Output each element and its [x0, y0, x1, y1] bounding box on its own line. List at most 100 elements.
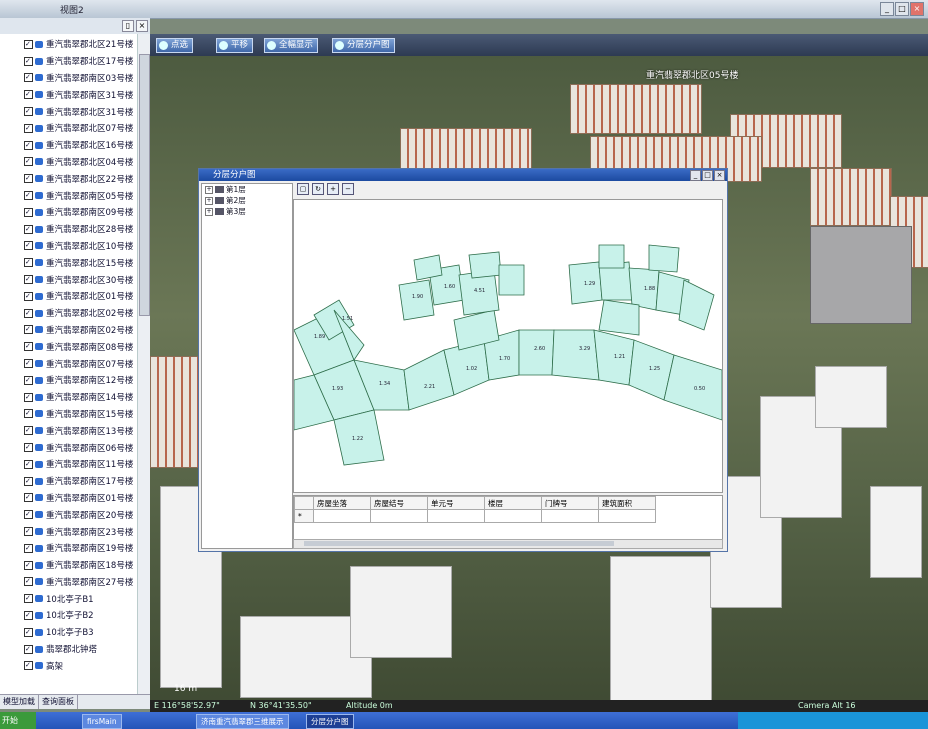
layer-tree-item[interactable]: ✓ 10北亭子B1 — [2, 590, 136, 607]
parcel[interactable] — [598, 299, 640, 336]
layer-checkbox[interactable]: ✓ — [24, 459, 33, 469]
layer-checkbox[interactable]: ✓ — [24, 157, 33, 167]
layer-tree-item[interactable]: ✓ 重汽翡翠郡北区21号楼 — [2, 36, 136, 53]
layer-checkbox[interactable]: ✓ — [24, 207, 33, 217]
layer-tree-item[interactable]: ✓ 重汽翡翠郡南区06号楼 — [2, 439, 136, 456]
layer-checkbox[interactable]: ✓ — [24, 56, 33, 66]
building[interactable] — [150, 356, 202, 468]
layer-tree-item[interactable]: ✓ 重汽翡翠郡北区02号楼 — [2, 305, 136, 322]
layer-checkbox[interactable]: ✓ — [24, 409, 33, 419]
layer-tree-item[interactable]: ✓ 重汽翡翠郡南区11号楼 — [2, 456, 136, 473]
layer-checkbox[interactable]: ✓ — [24, 39, 33, 49]
building[interactable] — [870, 486, 922, 578]
floor-tree-item[interactable]: + 第1层 — [202, 184, 292, 195]
layer-checkbox[interactable]: ✓ — [24, 258, 33, 268]
layer-checkbox[interactable]: ✓ — [24, 527, 33, 536]
column-header[interactable]: 建筑面积 — [598, 496, 656, 510]
parcel[interactable] — [648, 244, 680, 273]
full-extent-button[interactable]: 全幅显示 — [264, 38, 319, 53]
scrollbar-thumb[interactable] — [139, 54, 150, 316]
layer-checkbox[interactable]: ✓ — [24, 174, 33, 184]
table-cell[interactable] — [313, 509, 371, 523]
column-header[interactable]: 房屋坐落 — [313, 496, 371, 510]
pin-icon[interactable]: ▯ — [122, 20, 134, 32]
layer-checkbox[interactable]: ✓ — [24, 123, 33, 133]
layer-checkbox[interactable]: ✓ — [24, 224, 33, 234]
expand-icon[interactable]: + — [205, 196, 213, 205]
table-row[interactable]: * — [294, 509, 656, 523]
layer-tree-item[interactable]: ✓ 重汽翡翠郡北区17号楼 — [2, 53, 136, 70]
layer-tree-item[interactable]: ✓ 重汽翡翠郡南区18号楼 — [2, 557, 136, 574]
task-firsmain[interactable]: firsMain — [82, 714, 122, 729]
close-button[interactable]: × — [910, 2, 924, 16]
floor-plan-map[interactable]: 1.89 1.51 1.93 1.22 1.34 2.21 1.02 1.70 2.60 1.90… — [293, 199, 723, 493]
building[interactable] — [610, 556, 712, 706]
layer-tree-item[interactable]: ✓ 重汽翡翠郡南区07号楼 — [2, 355, 136, 372]
floor-tree-item[interactable]: + 第3层 — [202, 206, 292, 217]
layer-checkbox[interactable]: ✓ — [24, 543, 33, 553]
layer-checkbox[interactable]: ✓ — [24, 325, 33, 335]
layer-tree-item[interactable]: ✓ 10北亭子B2 — [2, 607, 136, 624]
layer-tree-item[interactable]: ✓ 重汽翡翠郡南区27号楼 — [2, 574, 136, 591]
layer-tree-item[interactable]: ✓ 重汽翡翠郡北区30号楼 — [2, 271, 136, 288]
layer-tree-item[interactable]: ✓ 重汽翡翠郡南区17号楼 — [2, 473, 136, 490]
layer-tree-item[interactable]: ✓ 重汽翡翠郡南区08号楼 — [2, 338, 136, 355]
layer-checkbox[interactable]: ✓ — [24, 291, 33, 301]
layer-checkbox[interactable]: ✓ — [24, 140, 33, 150]
layer-tree-item[interactable]: ✓ 重汽翡翠郡南区01号楼 — [2, 490, 136, 507]
parcel[interactable] — [518, 329, 555, 376]
column-header[interactable]: 楼层 — [484, 496, 542, 510]
table-cell[interactable] — [484, 509, 542, 523]
layer-tree-item[interactable]: ✓ 重汽翡翠郡北区07号楼 — [2, 120, 136, 137]
dialog-minimize-button[interactable]: _ — [690, 170, 701, 181]
scrollbar-thumb[interactable] — [304, 541, 614, 546]
column-header[interactable]: 单元号 — [427, 496, 485, 510]
layer-checkbox[interactable]: ✓ — [24, 241, 33, 251]
layer-checkbox[interactable]: ✓ — [24, 107, 33, 117]
refresh-icon[interactable]: ↻ — [312, 183, 324, 195]
layer-checkbox[interactable]: ✓ — [24, 426, 33, 436]
dialog-maximize-button[interactable]: □ — [702, 170, 713, 181]
table-cell[interactable] — [427, 509, 485, 523]
parcel[interactable] — [678, 279, 715, 331]
tree-scrollbar[interactable] — [137, 34, 150, 694]
column-header[interactable]: 门牌号 — [541, 496, 599, 510]
point-select-button[interactable]: 点选 — [156, 38, 194, 53]
maximize-button[interactable]: □ — [895, 2, 909, 16]
zoom-in-icon[interactable]: + — [327, 183, 339, 195]
layer-checkbox[interactable]: ✓ — [24, 610, 33, 620]
layer-checkbox[interactable]: ✓ — [24, 275, 33, 285]
layer-tree-item[interactable]: ✓ 高架 — [2, 657, 136, 674]
start-button[interactable]: 开始 — [0, 712, 36, 729]
expand-icon[interactable]: + — [205, 185, 213, 194]
table-horizontal-scrollbar[interactable] — [293, 539, 723, 549]
layer-tree-item[interactable]: ✓ 重汽翡翠郡南区02号楼 — [2, 322, 136, 339]
building[interactable] — [810, 168, 892, 226]
layer-checkbox[interactable]: ✓ — [24, 493, 33, 503]
floor-plan-button[interactable]: 分层分户图 — [332, 38, 395, 53]
layer-checkbox[interactable]: ✓ — [24, 191, 33, 201]
layer-checkbox[interactable]: ✓ — [24, 73, 33, 83]
layer-checkbox[interactable]: ✓ — [24, 577, 33, 587]
layer-tree-item[interactable]: ✓ 重汽翡翠郡北区31号楼 — [2, 103, 136, 120]
table-cell[interactable] — [541, 509, 599, 523]
parcel[interactable] — [398, 279, 435, 321]
parcel[interactable] — [598, 244, 625, 269]
layer-checkbox[interactable]: ✓ — [24, 359, 33, 369]
layer-tree-item[interactable]: ✓ 翡翠郡北钟塔 — [2, 641, 136, 658]
layer-tree-item[interactable]: ✓ 重汽翡翠郡北区28号楼 — [2, 221, 136, 238]
parcel[interactable] — [663, 354, 722, 421]
building[interactable] — [815, 366, 887, 428]
layer-tree-item[interactable]: ✓ 重汽翡翠郡南区23号楼 — [2, 523, 136, 540]
layer-checkbox[interactable]: ✓ — [24, 375, 33, 385]
dialog-close-button[interactable]: × — [714, 170, 725, 181]
column-header[interactable]: 房屋结号 — [370, 496, 428, 510]
layer-tree-item[interactable]: ✓ 重汽翡翠郡北区04号楼 — [2, 154, 136, 171]
expand-icon[interactable]: + — [205, 207, 213, 216]
layer-tree-item[interactable]: ✓ 重汽翡翠郡北区22号楼 — [2, 170, 136, 187]
minimize-button[interactable]: _ — [880, 2, 894, 16]
layer-tree-item[interactable]: ✓ 重汽翡翠郡南区19号楼 — [2, 540, 136, 557]
building[interactable] — [570, 84, 702, 134]
layer-checkbox[interactable]: ✓ — [24, 392, 33, 402]
floor-tree-item[interactable]: + 第2层 — [202, 195, 292, 206]
